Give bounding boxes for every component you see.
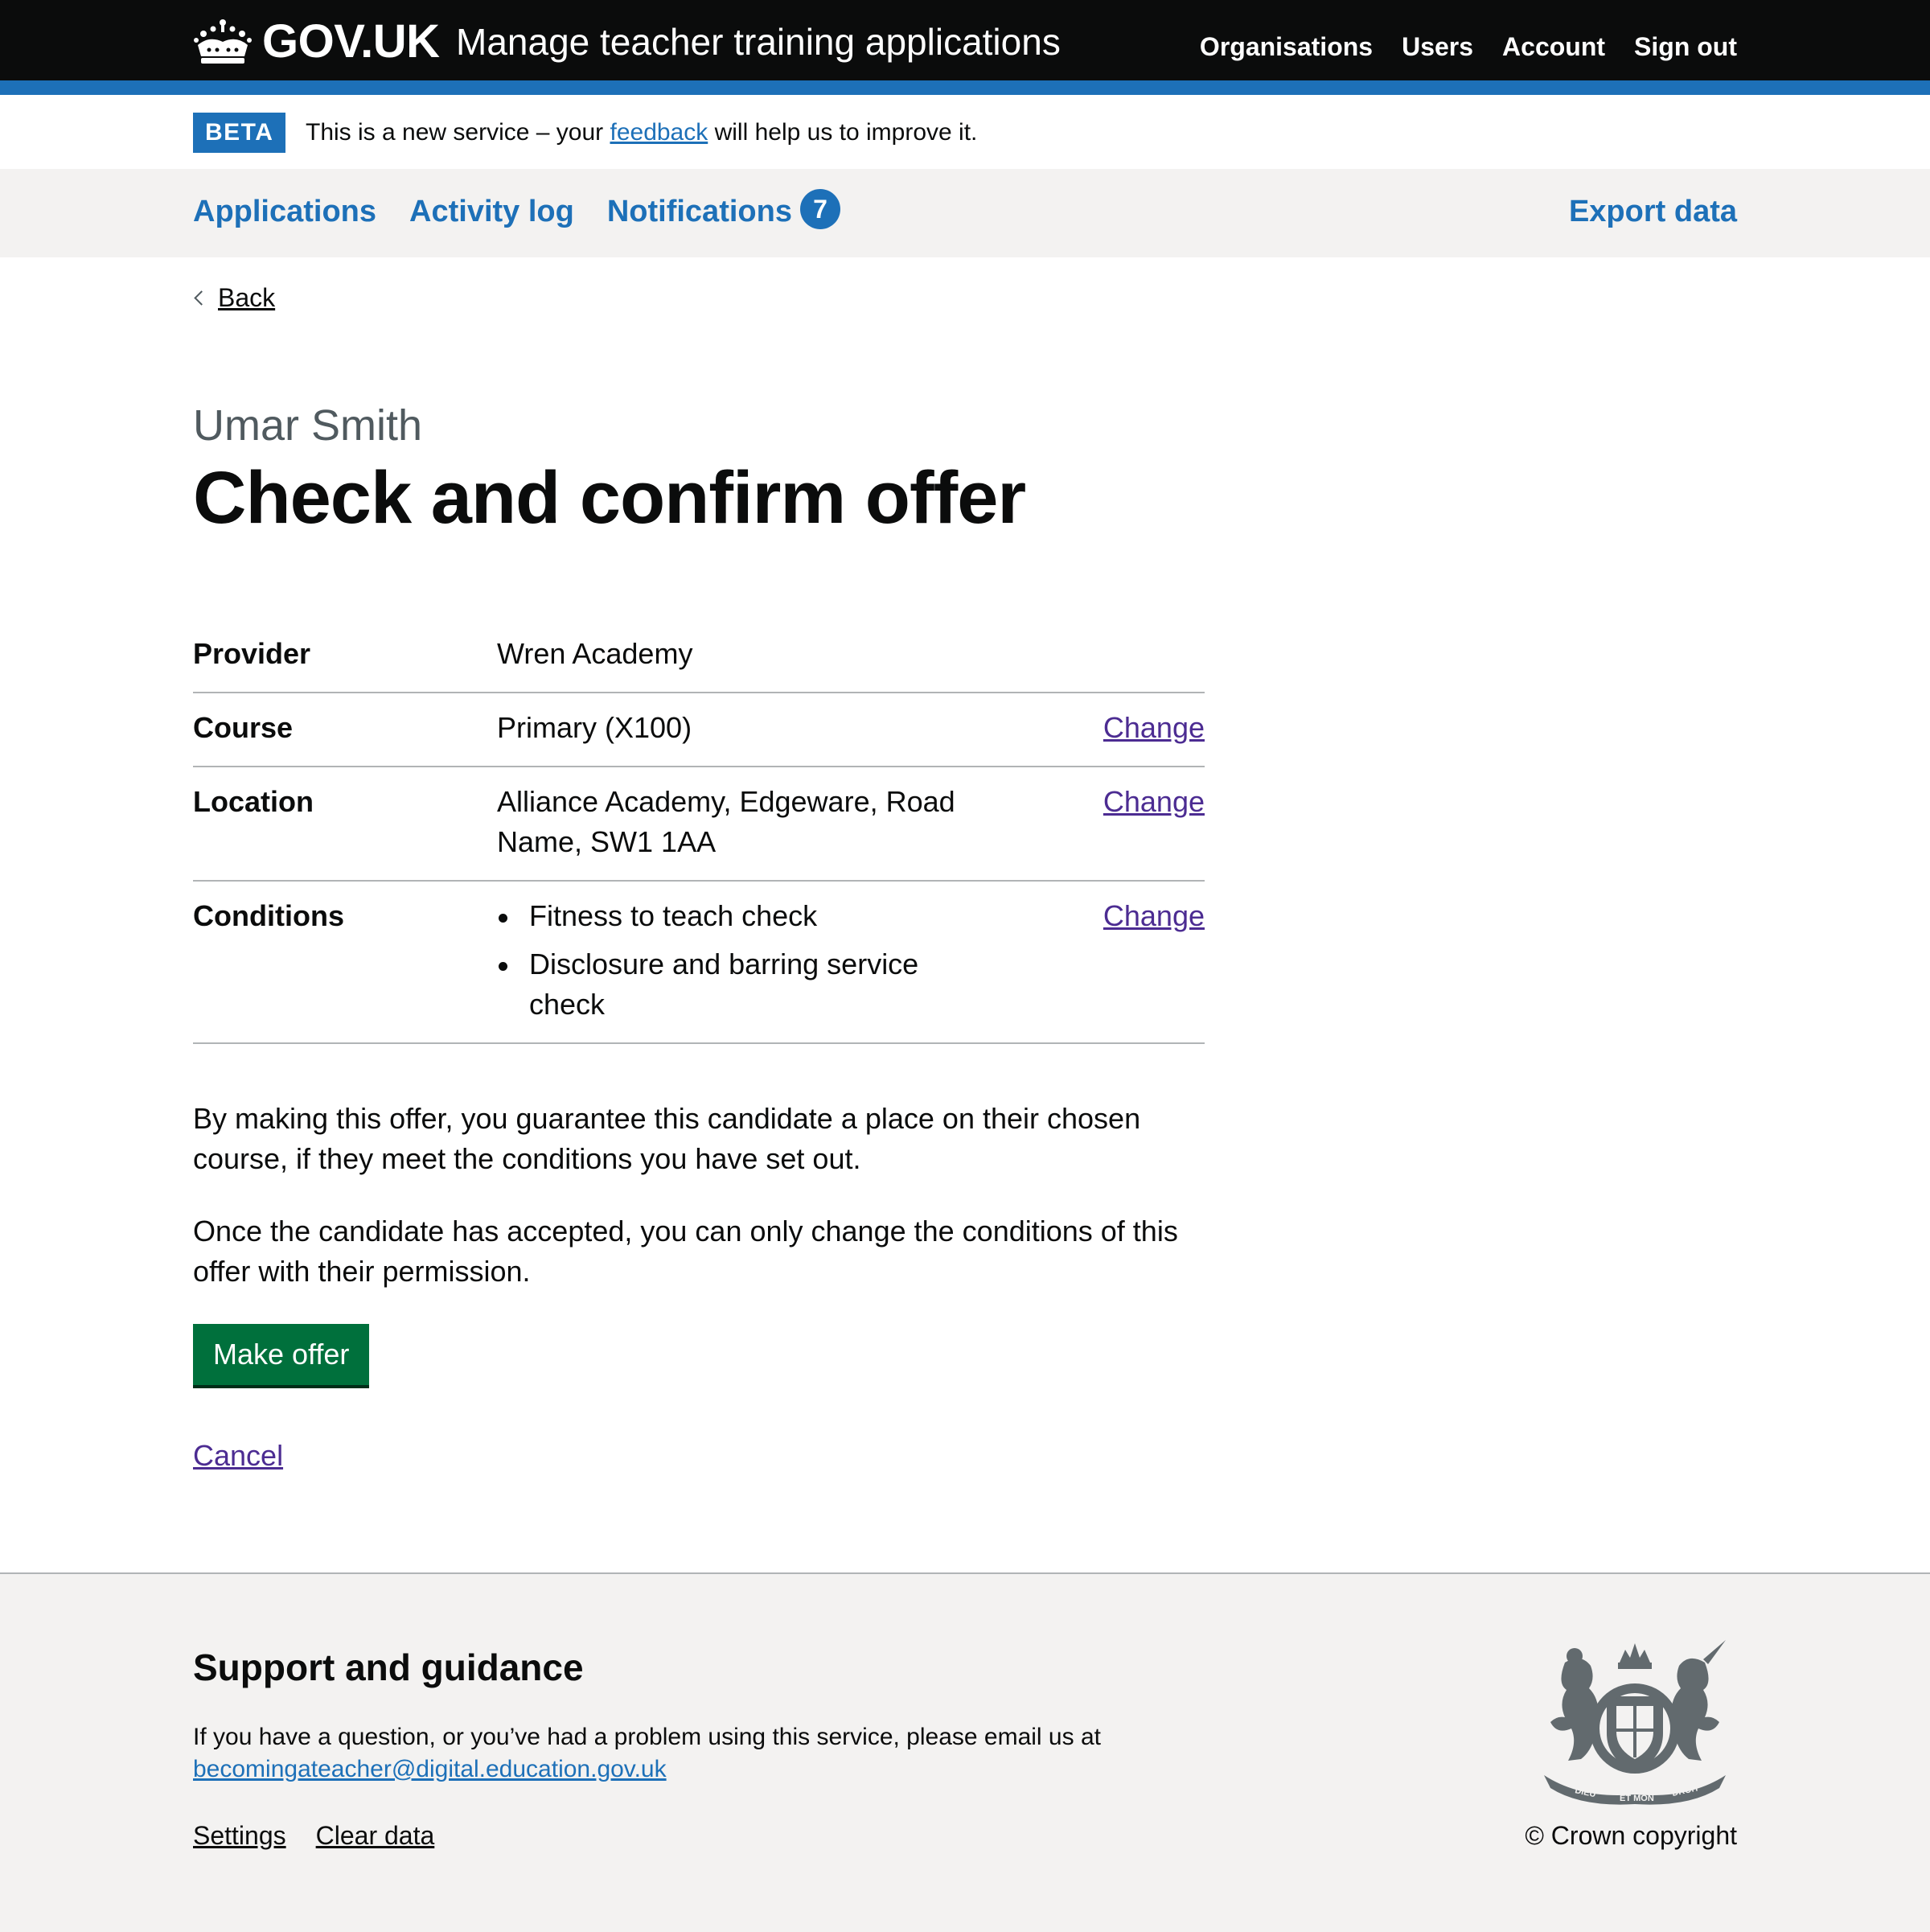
back-link[interactable]: Back [193, 282, 275, 314]
summary-value: Fitness to teach check Disclosure and ba… [497, 896, 1012, 1025]
export-data-link[interactable]: Export data [1569, 191, 1737, 232]
summary-value: Wren Academy [497, 637, 693, 670]
summary-actions [1012, 634, 1205, 674]
footer-links: Settings Clear data [193, 1819, 434, 1852]
nav-activity-log[interactable]: Activity log [409, 191, 574, 232]
change-conditions-link[interactable]: Change [1103, 899, 1205, 932]
primary-navigation: Applications Activity log Notifications 7… [0, 169, 1930, 257]
footer-support-sentence: If you have a question, or you’ve had a … [193, 1724, 1101, 1750]
page-caption: Umar Smith [193, 401, 423, 450]
phase-text-after: will help us to improve it. [708, 119, 978, 146]
summary-row-location: Location Alliance Academy, Edgeware, Roa… [193, 767, 1205, 882]
summary-row-provider: Provider Wren Academy [193, 619, 1205, 693]
page-title: Check and confirm offer [193, 457, 1026, 539]
crown-icon [194, 19, 252, 64]
footer-heading: Support and guidance [193, 1646, 584, 1688]
footer-clear-data-link[interactable]: Clear data [316, 1819, 435, 1852]
nav-organisations[interactable]: Organisations [1200, 29, 1373, 64]
footer-support-text: If you have a question, or you’ve had a … [193, 1721, 1238, 1786]
govuk-logo-link[interactable]: GOV.UK [193, 13, 440, 69]
summary-key: Course [193, 711, 294, 744]
notifications-count-badge: 7 [799, 189, 840, 229]
site-footer: Support and guidance If you have a quest… [0, 1572, 1930, 1932]
govuk-logo-text: GOV.UK [262, 14, 440, 68]
phase-banner-text: This is a new service – your feedback wi… [306, 117, 977, 149]
cancel-link[interactable]: Cancel [193, 1436, 283, 1476]
header-navigation: Organisations Users Account Sign out [1200, 29, 1737, 64]
nav-notifications[interactable]: Notifications 7 [606, 189, 840, 232]
site-header: GOV.UK Manage teacher training applicati… [0, 0, 1930, 80]
summary-key: Conditions [193, 899, 344, 932]
support-email-link[interactable]: becomingateacher@digital.education.gov.u… [193, 1756, 667, 1782]
summary-key: Location [193, 785, 314, 818]
beta-tag: BETA [193, 113, 286, 153]
offer-guarantee-text: By making this offer, you guarantee this… [193, 1102, 1141, 1175]
offer-conditions-text: Once the candidate has accepted, you can… [193, 1215, 1178, 1288]
summary-value: Primary (X100) [497, 711, 692, 744]
make-offer-button[interactable]: Make offer [193, 1324, 370, 1385]
crown-copyright[interactable]: © Crown copyright [1525, 1819, 1737, 1852]
summary-row-conditions: Conditions Fitness to teach check Disclo… [193, 882, 1205, 1044]
phase-text-before: This is a new service – your [306, 119, 610, 146]
nav-account[interactable]: Account [1502, 29, 1605, 64]
summary-actions: Change [1012, 782, 1205, 862]
nav-sign-out[interactable]: Sign out [1634, 29, 1737, 64]
conditions-list: Fitness to teach check Disclosure and ba… [497, 896, 971, 1025]
chevron-left-icon [194, 290, 209, 306]
summary-actions: Change [1012, 708, 1205, 748]
header-blue-border [0, 80, 1930, 95]
change-course-link[interactable]: Change [1103, 711, 1205, 744]
royal-coat-of-arms-icon: DIEU ET MON DROIT [1544, 1640, 1726, 1805]
summary-value: Alliance Academy, Edgeware, Road Name, S… [497, 785, 955, 858]
condition-item: Fitness to teach check [497, 896, 971, 936]
footer-settings-link[interactable]: Settings [193, 1819, 286, 1852]
summary-row-course: Course Primary (X100) Change [193, 693, 1205, 767]
service-name-link[interactable]: Manage teacher training applications [456, 19, 1061, 64]
nav-notifications-label: Notifications [606, 195, 792, 228]
summary-actions: Change [1012, 896, 1205, 1025]
feedback-link[interactable]: feedback [610, 119, 708, 146]
summary-key: Provider [193, 637, 311, 670]
nav-users[interactable]: Users [1402, 29, 1473, 64]
condition-item: Disclosure and barring service check [497, 944, 971, 1025]
nav-applications[interactable]: Applications [193, 191, 376, 232]
offer-summary-list: Provider Wren Academy Course Primary (X1… [193, 619, 1205, 1044]
crest-motto-center: ET MON [1620, 1794, 1654, 1803]
back-link-label: Back [218, 283, 276, 312]
phase-banner: BETA This is a new service – your feedba… [0, 95, 1930, 169]
change-location-link[interactable]: Change [1103, 785, 1205, 818]
